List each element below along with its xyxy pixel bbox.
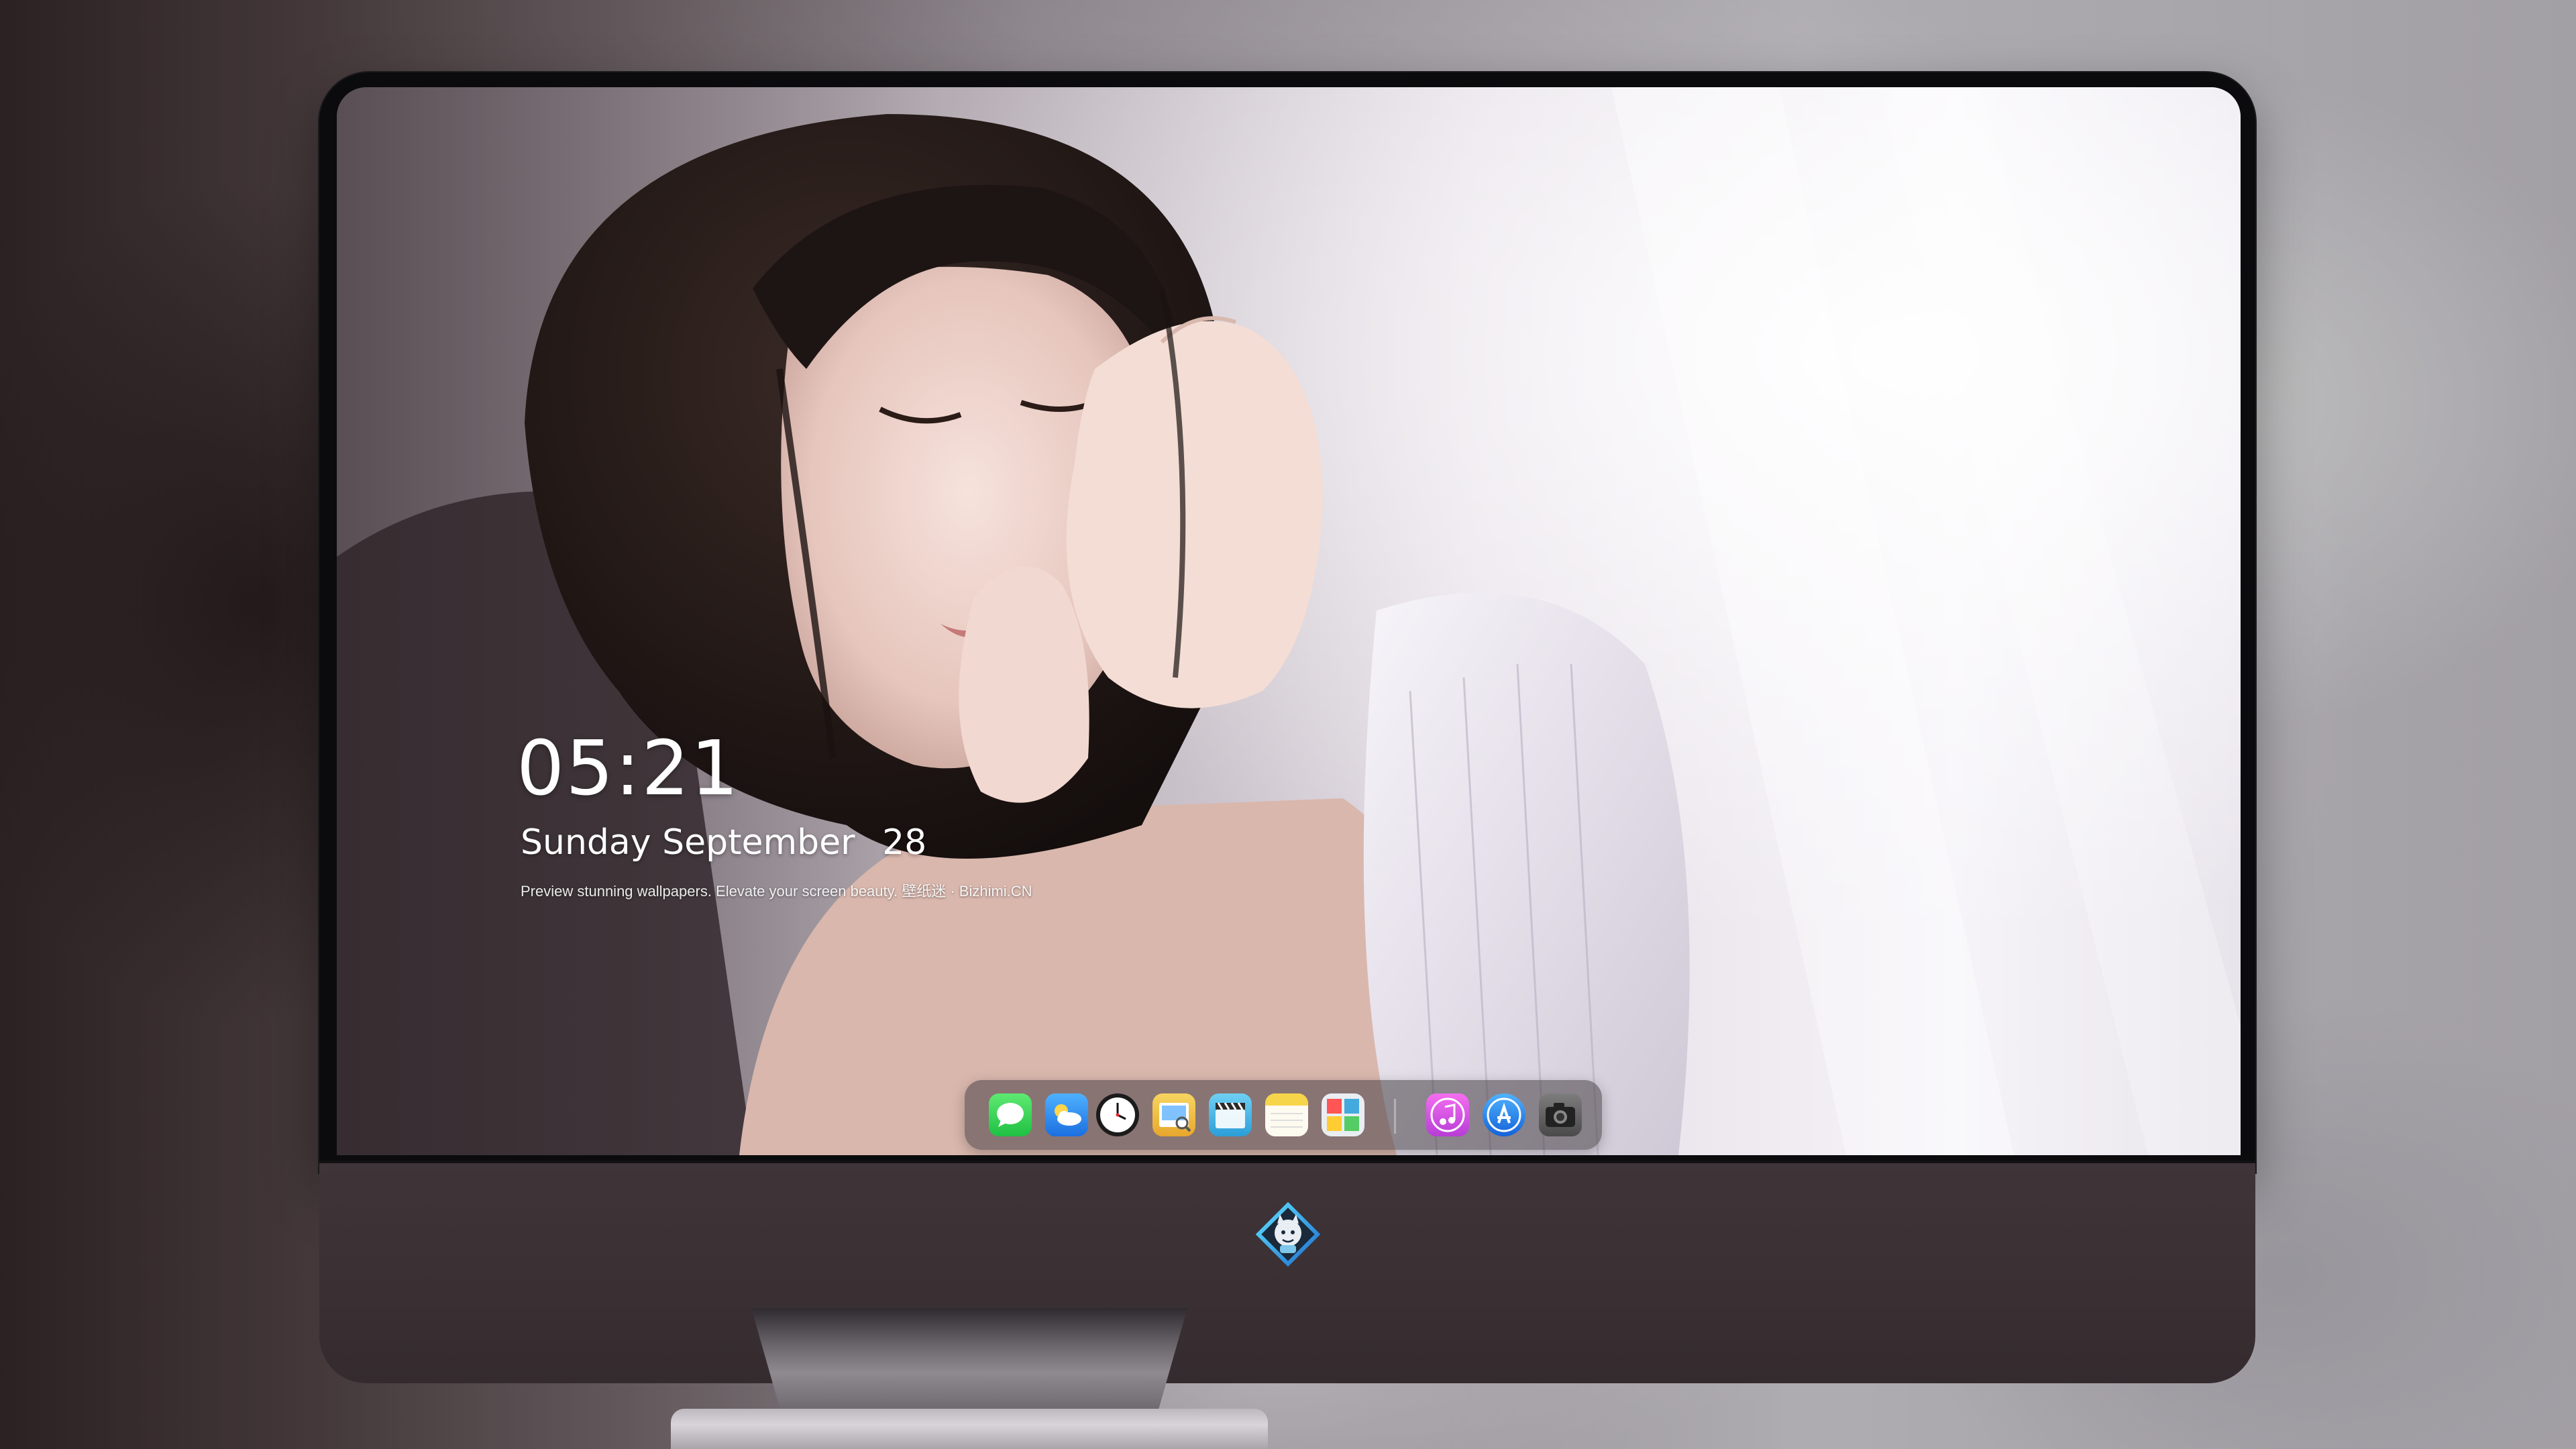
monitor-stand-base	[671, 1409, 1268, 1449]
day-number: 28	[882, 822, 927, 863]
dock-app-notes[interactable]	[1265, 1093, 1308, 1136]
weather-icon	[1055, 1104, 1081, 1126]
dock-app-itunes[interactable]	[1426, 1093, 1469, 1136]
clock-icon	[1100, 1097, 1135, 1132]
dock-app-app-store[interactable]	[1483, 1093, 1525, 1136]
monitor-chin	[319, 1161, 2255, 1383]
music-note-icon	[1430, 1097, 1465, 1132]
lockscreen-date: Sunday September 28	[521, 825, 926, 860]
dock-divider	[1394, 1099, 1396, 1134]
app-store-icon	[1487, 1097, 1521, 1132]
desktop-screen: 05:21 Sunday September 28 Preview stunni…	[337, 87, 2241, 1155]
messages-icon	[997, 1103, 1024, 1127]
preview-icon	[1159, 1103, 1191, 1132]
weekday-label: Sunday	[521, 822, 651, 863]
notes-icon	[1265, 1093, 1308, 1128]
dock-app-clips[interactable]	[1209, 1093, 1252, 1136]
dock	[965, 1080, 1602, 1150]
wallpaper-photo	[337, 87, 2241, 1155]
dock-app-camera[interactable]	[1539, 1093, 1582, 1136]
wallpaper-caption: Preview stunning wallpapers. Elevate you…	[521, 883, 1032, 900]
dock-app-messages[interactable]	[989, 1093, 1032, 1136]
clapperboard-icon	[1216, 1102, 1245, 1128]
dock-app-weather[interactable]	[1045, 1093, 1088, 1136]
month-label: September	[662, 822, 855, 863]
dock-app-photo-booth[interactable]	[1322, 1093, 1364, 1136]
camera-icon	[1546, 1103, 1575, 1127]
brand-logo-icon	[1256, 1202, 1320, 1267]
dock-app-preview[interactable]	[1152, 1093, 1195, 1136]
photo-gallery-icon	[1327, 1099, 1359, 1131]
lockscreen-clock: 05:21	[517, 725, 740, 812]
monitor-stand-neck	[751, 1308, 1187, 1415]
dock-app-clock[interactable]	[1096, 1093, 1139, 1136]
